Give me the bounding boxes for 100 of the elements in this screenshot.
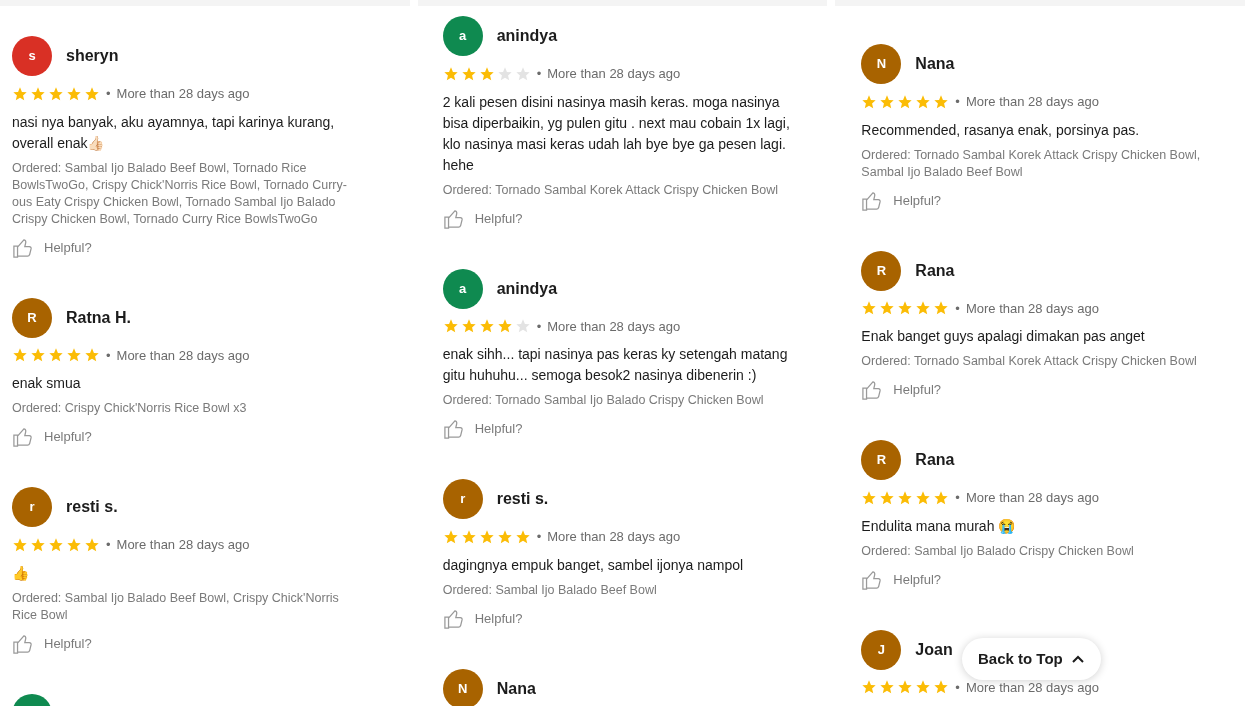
thumbs-up-icon bbox=[442, 208, 465, 229]
ordered-items: Ordered: Tornado Sambal Korek Attack Crispy Chicken Bowl, Sambal Ijo Balado Beef Bowl bbox=[861, 146, 1202, 181]
helpful-button[interactable]: Helpful? bbox=[861, 190, 942, 211]
review-text: 👍 bbox=[12, 563, 30, 583]
separator-dot: • bbox=[955, 489, 960, 507]
avatar: r bbox=[12, 487, 52, 527]
star-icon bbox=[442, 318, 459, 335]
thumbs-up-icon bbox=[861, 380, 884, 400]
star-icon bbox=[861, 679, 878, 696]
review-date: More than 28 days ago bbox=[116, 346, 250, 365]
ordered-items: Ordered: Tornado Sambal Korek Attack Crispy Chicken Bowl bbox=[861, 353, 1198, 370]
thumbs-up-icon bbox=[861, 190, 884, 211]
star-icon bbox=[84, 347, 100, 364]
separator-dot: • bbox=[955, 299, 960, 318]
review-text: Endulita mana murah 😭 bbox=[861, 516, 1017, 536]
star-icon bbox=[879, 300, 896, 317]
star-icon bbox=[933, 300, 950, 317]
reviewer-name: Nana bbox=[915, 54, 955, 74]
review-text: Recommended, rasanya enak, porsinya pas. bbox=[861, 120, 1141, 140]
avatar: R bbox=[861, 250, 902, 291]
star-icon bbox=[915, 679, 932, 696]
star-icon bbox=[460, 318, 477, 335]
thumbs-up-icon bbox=[12, 237, 34, 258]
ordered-items: Ordered: Sambal Ijo Balado Beef Bowl, Tornado Rice BowlsTwoGo, Crispy Chick'Norris Rice Bowl, Tornado Curry-ous Eaty Crispy Chicken Bowl, Tornado Sambal Ijo Balado Crispy Chicken Bowl, Tornado Curry Rice BowlsTwoGo bbox=[12, 159, 348, 228]
review-date: More than 28 days ago bbox=[965, 678, 1099, 697]
star-icon bbox=[915, 300, 932, 317]
avatar: J bbox=[861, 629, 902, 670]
star-icon bbox=[861, 300, 878, 317]
star-icon bbox=[496, 318, 513, 335]
review-date: More than 28 days ago bbox=[965, 489, 1099, 507]
star-icon bbox=[514, 318, 531, 335]
avatar: r bbox=[442, 479, 483, 519]
ordered-items: Ordered: Sambal Ijo Balado Beef Bowl, Crispy Chick'Norris Rice Bowl bbox=[12, 589, 340, 624]
review-date: More than 28 days ago bbox=[547, 65, 681, 83]
helpful-button[interactable]: Helpful? bbox=[12, 427, 92, 447]
reviewer-name: Rana bbox=[915, 450, 955, 470]
avatar: N bbox=[442, 668, 483, 706]
star-icon bbox=[48, 347, 64, 364]
star-icon bbox=[879, 679, 896, 696]
helpful-button[interactable]: Helpful? bbox=[442, 608, 523, 629]
avatar: R bbox=[861, 440, 902, 480]
review-date: More than 28 days ago bbox=[965, 93, 1099, 111]
helpful-button[interactable]: Helpful? bbox=[12, 237, 92, 258]
star-icon bbox=[933, 679, 950, 696]
separator-dot: • bbox=[955, 93, 960, 111]
thumbs-up-icon bbox=[442, 608, 465, 629]
helpful-button[interactable]: Helpful? bbox=[442, 208, 523, 229]
review-text: 2 kali pesen disini nasinya masih keras. moga nasinya bisa diperbaikin, yg pulen gitu . next mau cobain 1x lagi, klo nasinya masi keras udah lah bye bye ga pesen lagi. hehe bbox=[442, 92, 791, 175]
star-icon bbox=[478, 318, 495, 335]
chevron-up-icon bbox=[1070, 654, 1085, 664]
star-icon bbox=[897, 679, 914, 696]
reviewer-name: Ratna H. bbox=[66, 307, 131, 328]
separator-dot: • bbox=[536, 528, 542, 546]
reviewer-name: Rana bbox=[915, 260, 955, 281]
separator-dot: • bbox=[536, 317, 542, 336]
review-date: More than 28 days ago bbox=[547, 528, 681, 546]
review-text: Enak banget guys apalagi dimakan pas anget bbox=[861, 327, 1146, 346]
reviewer-name: Nana bbox=[496, 678, 536, 699]
helpful-button[interactable]: Helpful? bbox=[861, 380, 942, 400]
reviewer-name: sheryn bbox=[66, 46, 119, 66]
ordered-items: Ordered: Sambal Ijo Balado Beef Bowl bbox=[442, 581, 658, 599]
avatar: a bbox=[442, 16, 483, 56]
review-date: More than 28 days ago bbox=[965, 299, 1099, 318]
reviewer-name: resti s. bbox=[66, 497, 118, 517]
review-text: enak sihh... tapi nasinya pas keras ky setengah matang gitu huhuhu... semoga besok2 nasinya dibenerin :) bbox=[442, 345, 789, 385]
separator-dot: • bbox=[106, 346, 111, 365]
avatar: N bbox=[861, 44, 902, 84]
ordered-items: Ordered: Crispy Chick'Norris Rice Bowl x3 bbox=[12, 400, 248, 417]
thumbs-up-icon bbox=[12, 427, 34, 447]
ordered-items: Ordered: Sambal Ijo Balado Crispy Chicken Bowl bbox=[861, 542, 1135, 560]
avatar: a bbox=[442, 268, 483, 309]
avatar: R bbox=[12, 297, 52, 338]
avatar: s bbox=[12, 36, 52, 76]
thumbs-up-icon bbox=[861, 569, 884, 590]
thumbs-up-icon bbox=[442, 419, 465, 439]
review-date: More than 28 days ago bbox=[547, 317, 681, 336]
reviewer-name: anindya bbox=[496, 26, 558, 46]
back-to-top-button[interactable]: Back to Top bbox=[962, 638, 1101, 680]
star-icon bbox=[66, 347, 82, 364]
reviewer-name: Joan bbox=[915, 639, 953, 660]
review-text: enak smua bbox=[12, 374, 82, 393]
ordered-items: Ordered: Tornado Sambal Ijo Balado Crispy Chicken Bowl bbox=[442, 392, 765, 409]
separator-dot: • bbox=[106, 85, 111, 103]
review-text: dagingnya empuk banget, sambel ijonya nampol bbox=[442, 555, 745, 575]
reviewer-name: resti s. bbox=[496, 489, 549, 509]
helpful-button[interactable]: Helpful? bbox=[12, 633, 92, 654]
review-date: More than 28 days ago bbox=[116, 536, 250, 554]
separator-dot: • bbox=[106, 536, 111, 554]
star-icon bbox=[897, 300, 914, 317]
reviewer-name: anindya bbox=[496, 278, 558, 299]
star-icon bbox=[12, 347, 28, 364]
helpful-button[interactable]: Helpful? bbox=[861, 569, 942, 590]
star-icon bbox=[30, 347, 46, 364]
ordered-items: Ordered: Tornado Sambal Korek Attack Crispy Chicken Bowl bbox=[442, 181, 779, 199]
review-text: nasi nya banyak, aku ayamnya, tapi karinya kurang, overall enak👍🏻 bbox=[12, 112, 336, 153]
thumbs-up-icon bbox=[12, 633, 34, 654]
helpful-button[interactable]: Helpful? bbox=[442, 419, 523, 439]
separator-dot: • bbox=[536, 65, 542, 83]
review-date: More than 28 days ago bbox=[116, 85, 250, 103]
separator-dot: • bbox=[955, 678, 960, 697]
